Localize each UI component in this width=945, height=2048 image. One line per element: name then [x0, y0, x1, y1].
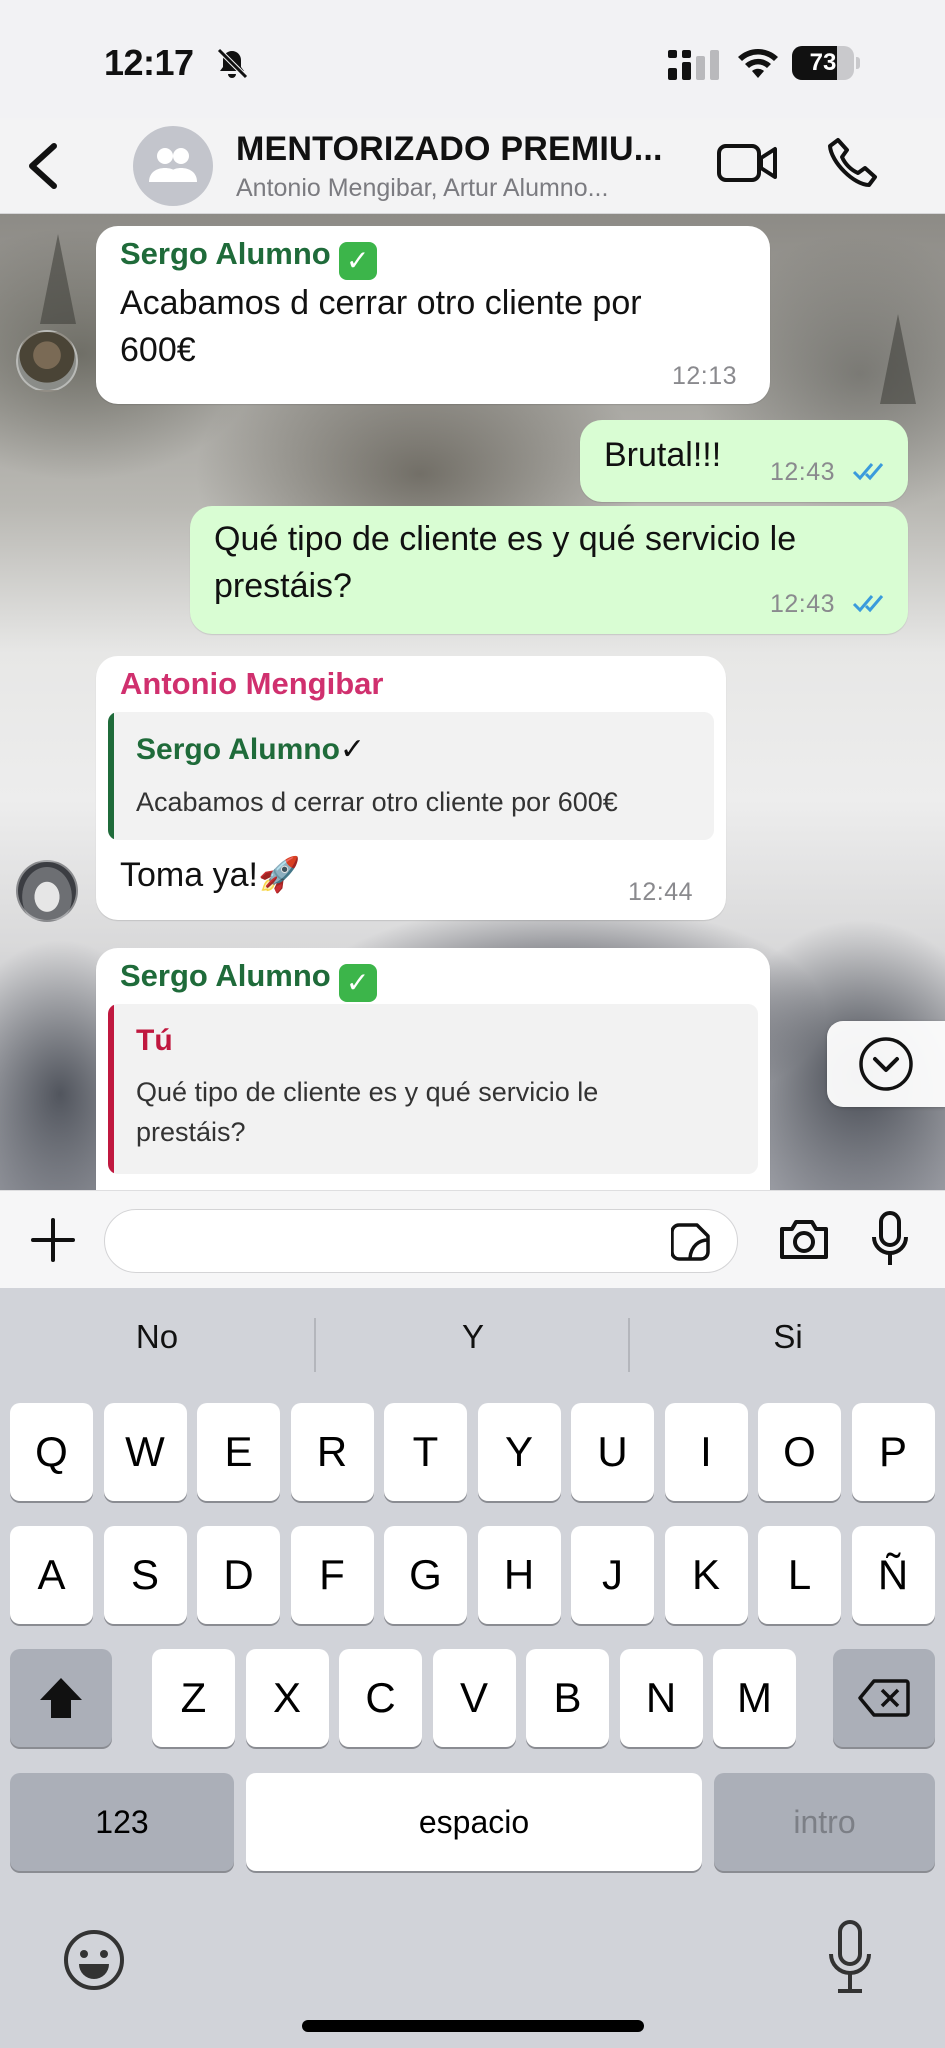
message-time: 12:43: [770, 458, 836, 486]
key-r[interactable]: R: [290, 1403, 374, 1501]
check-badge-icon: ✓: [339, 733, 366, 766]
quoted-text: Qué tipo de cliente es y qué servicio le…: [136, 1077, 599, 1147]
delete-key[interactable]: [833, 1649, 935, 1747]
scroll-to-bottom-button[interactable]: [827, 1021, 945, 1107]
wifi-icon: [738, 49, 778, 78]
key-z[interactable]: Z: [152, 1649, 235, 1747]
message-text: Acabamos d cerrar otro cliente por 600€: [120, 284, 642, 369]
quoted-message[interactable]: Tú Qué tipo de cliente es y qué servicio…: [108, 1004, 758, 1174]
key-h[interactable]: H: [477, 1526, 561, 1624]
avatar[interactable]: [16, 330, 78, 392]
quoted-sender: Tú: [136, 1024, 173, 1057]
key-m[interactable]: M: [713, 1649, 796, 1747]
avatar[interactable]: [16, 860, 78, 922]
key-f[interactable]: F: [290, 1526, 374, 1624]
read-receipt-icon: [852, 463, 884, 481]
chevron-down-circle-icon: [859, 1037, 913, 1091]
phone-icon[interactable]: [826, 136, 880, 190]
sender-name: Sergo Alumno ✓: [120, 236, 377, 280]
message-bubble[interactable]: Qué tipo de cliente es y qué servicio le…: [190, 506, 908, 634]
key-i[interactable]: I: [664, 1403, 748, 1501]
key-l[interactable]: L: [758, 1526, 841, 1624]
key-ñ[interactable]: Ñ: [851, 1526, 935, 1624]
chat-background: Sergo Alumno ✓ Acabamos d cerrar otro cli…: [0, 214, 945, 1190]
chat-header: MENTORIZADO PREMIU... Antonio Mengibar, …: [0, 118, 945, 214]
key-b[interactable]: B: [526, 1649, 609, 1747]
key-d[interactable]: D: [197, 1526, 280, 1624]
sticker-icon[interactable]: [671, 1222, 711, 1262]
message-bubble[interactable]: Antonio Mengibar Sergo Alumno✓ Acabamos …: [96, 656, 726, 920]
suggestion-item[interactable]: Si: [631, 1318, 945, 1356]
suggestion-item[interactable]: No: [0, 1318, 314, 1356]
sender-name: Antonio Mengibar: [120, 666, 384, 701]
key-q[interactable]: Q: [10, 1403, 93, 1501]
read-receipt-icon: [852, 595, 884, 613]
message-text: Brutal!!!: [604, 436, 722, 474]
quoted-text: Acabamos d cerrar otro cliente por 600€: [136, 787, 618, 817]
key-x[interactable]: X: [245, 1649, 329, 1747]
quoted-message[interactable]: Sergo Alumno✓ Acabamos d cerrar otro cli…: [108, 712, 714, 840]
plus-icon[interactable]: [30, 1217, 76, 1263]
message-bubble[interactable]: Sergo Alumno ✓ Acabamos d cerrar otro cli…: [96, 226, 770, 404]
keyboard: No Y Si QWERTYUIOPASDFGHJKLÑZXCVBNM 123 …: [0, 1288, 945, 2048]
key-a[interactable]: A: [10, 1526, 93, 1624]
key-w[interactable]: W: [103, 1403, 187, 1501]
key-n[interactable]: N: [619, 1649, 703, 1747]
bell-slash-icon: [217, 48, 248, 79]
emoji-icon[interactable]: [62, 1928, 126, 1992]
microphone-icon[interactable]: [870, 1211, 910, 1267]
space-key[interactable]: espacio: [246, 1773, 702, 1871]
key-u[interactable]: U: [571, 1403, 654, 1501]
cellular-signal-icon: [668, 50, 719, 80]
key-p[interactable]: P: [851, 1403, 935, 1501]
key-c[interactable]: C: [339, 1649, 422, 1747]
return-key[interactable]: intro: [714, 1773, 935, 1871]
status-bar: 12:17 73: [0, 0, 945, 118]
check-badge-icon: ✓: [338, 964, 377, 1002]
key-g[interactable]: G: [384, 1526, 467, 1624]
key-o[interactable]: O: [758, 1403, 841, 1501]
group-members-subtitle[interactable]: Antonio Mengibar, Artur Alumno...: [236, 174, 676, 203]
message-time: 12:13: [672, 362, 738, 390]
suggestion-item[interactable]: Y: [316, 1318, 630, 1356]
shift-icon: [40, 1678, 82, 1718]
message-text: Toma ya!🚀: [120, 856, 301, 894]
message-bubble[interactable]: Brutal!!! 12:43: [580, 420, 908, 502]
message-input[interactable]: [104, 1209, 738, 1273]
key-t[interactable]: T: [384, 1403, 467, 1501]
video-camera-icon[interactable]: [716, 138, 778, 188]
battery-icon: 73: [792, 46, 860, 80]
message-bubble[interactable]: Sergo Alumno ✓ Tú Qué tipo de cliente es …: [96, 948, 770, 1190]
chevron-left-icon[interactable]: [22, 140, 66, 192]
delete-icon: [858, 1679, 910, 1717]
camera-icon[interactable]: [778, 1217, 830, 1261]
key-y[interactable]: Y: [477, 1403, 561, 1501]
sender-name: Sergo Alumno ✓: [120, 958, 377, 1002]
check-badge-icon: ✓: [338, 242, 377, 280]
message-time: 12:43: [770, 590, 836, 618]
home-indicator[interactable]: [302, 2020, 644, 2032]
key-k[interactable]: K: [664, 1526, 748, 1624]
numbers-key[interactable]: 123: [10, 1773, 234, 1871]
key-s[interactable]: S: [103, 1526, 187, 1624]
key-v[interactable]: V: [432, 1649, 516, 1747]
status-time: 12:17: [104, 42, 194, 83]
shift-key[interactable]: [10, 1649, 112, 1747]
group-avatar-icon[interactable]: [133, 126, 213, 206]
group-title[interactable]: MENTORIZADO PREMIU...: [236, 130, 696, 169]
message-input-bar: [0, 1190, 945, 1288]
battery-level: 73: [809, 49, 837, 76]
message-time: 12:44: [628, 878, 694, 906]
dictation-mic-icon[interactable]: [828, 1920, 872, 1994]
key-e[interactable]: E: [197, 1403, 280, 1501]
quoted-sender: Sergo Alumno✓: [136, 733, 366, 766]
key-j[interactable]: J: [571, 1526, 654, 1624]
predictive-bar: No Y Si: [0, 1288, 945, 1398]
